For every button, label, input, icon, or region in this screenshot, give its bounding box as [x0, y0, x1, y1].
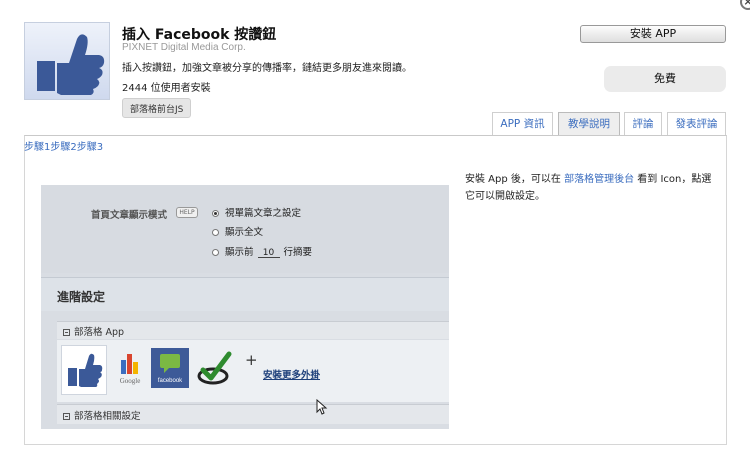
close-icon[interactable]: ×: [740, 0, 750, 10]
option-label: 顯示全文: [225, 227, 264, 238]
option-suffix: 行摘要: [283, 247, 313, 258]
bar-chart-icon: Google: [120, 354, 141, 385]
tab-reviews[interactable]: 評論: [624, 112, 662, 136]
app-title: 插入 Facebook 按讚鈕: [122, 27, 277, 43]
category-tag[interactable]: 部落格前台JS: [122, 98, 192, 118]
option-label: 視單篇文章之設定: [225, 208, 302, 219]
thumbs-up-icon: [68, 353, 103, 387]
advanced-settings-title: 進階設定: [57, 290, 106, 304]
plus-icon: +: [245, 351, 258, 369]
google-analytics-tile: Google: [113, 348, 147, 388]
step-2-link[interactable]: 步驟2: [50, 142, 76, 153]
help-badge: HELP: [176, 207, 198, 218]
section-label: 部落格 App: [74, 327, 125, 338]
step-3-link[interactable]: 步驟3: [77, 142, 103, 153]
section-label: 部落格相關設定: [74, 411, 141, 422]
option-full-text: 顯示全文: [212, 224, 263, 238]
blog-related-section-label: 部落格相關設定: [63, 408, 141, 422]
radio-icon: [212, 249, 219, 256]
collapse-icon: [63, 413, 70, 420]
fb-caption: facebook: [158, 378, 183, 384]
step-1-link[interactable]: 步驟1: [24, 142, 50, 153]
collapse-icon: [63, 329, 70, 336]
tab-app-info[interactable]: APP 資訊: [492, 112, 553, 136]
option-label: 顯示前: [225, 247, 254, 258]
app-logo: [24, 22, 110, 100]
radio-icon: [212, 229, 219, 236]
app-description: 插入按讚鈕，加強文章被分享的傳播率，鏈結更多朋友進來閱讀。: [122, 63, 412, 74]
thumbs-up-icon: [37, 34, 105, 95]
install-more-plugins-link: 安裝更多外掛: [263, 370, 321, 381]
install-count: 2444 位使用者安裝: [122, 83, 211, 94]
checkmark-app-tile: [195, 348, 235, 388]
facebook-chat-icon: facebook: [158, 354, 183, 384]
like-app-tile: [61, 345, 107, 395]
blog-admin-link[interactable]: 部落格管理後台: [564, 174, 634, 185]
option-summary: 顯示前 10 行摘要: [212, 244, 312, 258]
blog-app-section-label: 部落格 App: [63, 324, 124, 338]
facebook-app-tile: facebook: [151, 348, 189, 388]
tutorial-screenshot: 首頁文章顯示模式 HELP 視單篇文章之設定 顯示全文 顯示前 10 行摘要 進階設…: [41, 185, 449, 429]
summary-lines-field: 10: [257, 248, 280, 258]
tab-tutorial[interactable]: 教學說明: [558, 112, 620, 136]
price-badge: 免費: [604, 66, 726, 92]
checkmark-icon: [197, 351, 232, 385]
radio-icon: [212, 210, 219, 217]
option-single-post: 視單篇文章之設定: [212, 205, 301, 219]
install-app-button[interactable]: 安裝 APP: [580, 25, 726, 43]
chart-caption: Google: [120, 377, 141, 385]
tab-write-review[interactable]: 發表評論: [667, 112, 726, 136]
tutorial-text: 安裝 App 後，可以在 部落格管理後台 看到 Icon，點選它可以開啟設定。: [465, 171, 720, 205]
step-links: 步驟1步驟2步驟3: [24, 138, 103, 153]
display-mode-label: 首頁文章顯示模式: [91, 210, 168, 221]
mouse-cursor-icon: [316, 398, 328, 418]
app-company: PIXNET Digital Media Corp.: [122, 42, 246, 53]
tutorial-text-part1: 安裝 App 後，可以在: [465, 174, 561, 185]
